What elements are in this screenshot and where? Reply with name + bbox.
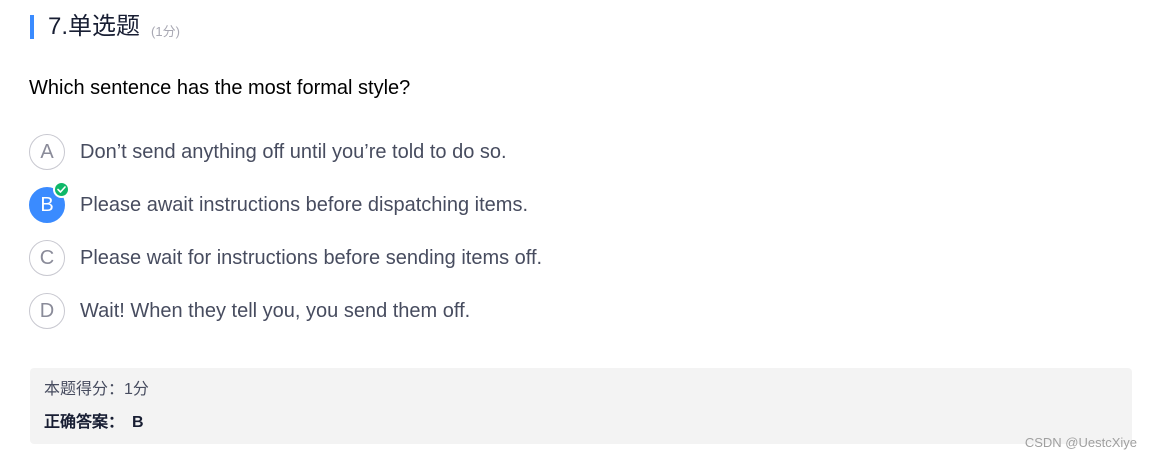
option-c-letter: C [39,246,55,269]
option-a-radio[interactable]: A [29,134,65,170]
option-d-radio[interactable]: D [29,293,65,329]
option-a-text[interactable]: Don’t send anything off until you’re tol… [80,141,507,164]
question-page: 7.单选题 (1分) Which sentence has the most f… [0,0,1152,461]
score-text: 本题得分：1分 [44,381,149,398]
check-icon [53,181,70,198]
option-c[interactable]: C Please wait for instructions before se… [29,239,542,277]
accent-bar [30,15,34,39]
option-b-text[interactable]: Please await instructions before dispatc… [80,194,528,217]
option-b-letter: B [40,193,54,216]
option-a[interactable]: A Don’t send anything off until you’re t… [29,133,542,171]
correct-answer-label: 正确答案： [44,414,125,431]
question-header: 7.单选题 (1分) [30,11,180,43]
question-stem: Which sentence has the most formal style… [29,77,411,99]
option-b-radio[interactable]: B [29,181,70,223]
answer-panel: 本题得分：1分 正确答案： B [30,368,1132,444]
option-list: A Don’t send anything off until you’re t… [29,133,542,345]
option-d-letter: D [39,299,55,322]
option-c-radio[interactable]: C [29,240,65,276]
option-d[interactable]: D Wait! When they tell you, you send the… [29,292,542,330]
question-title: 7.单选题 [48,13,141,40]
watermark: CSDN @UestcXiye [1024,435,1137,450]
option-c-text[interactable]: Please wait for instructions before send… [80,247,542,270]
option-d-text[interactable]: Wait! When they tell you, you send them … [80,300,470,323]
option-a-letter: A [40,140,54,163]
correct-answer-value: B [132,414,144,431]
question-points: (1分) [151,23,180,39]
option-b[interactable]: B Please await instructions before dispa… [29,181,542,224]
correct-answer: 正确答案： B [44,412,144,434]
